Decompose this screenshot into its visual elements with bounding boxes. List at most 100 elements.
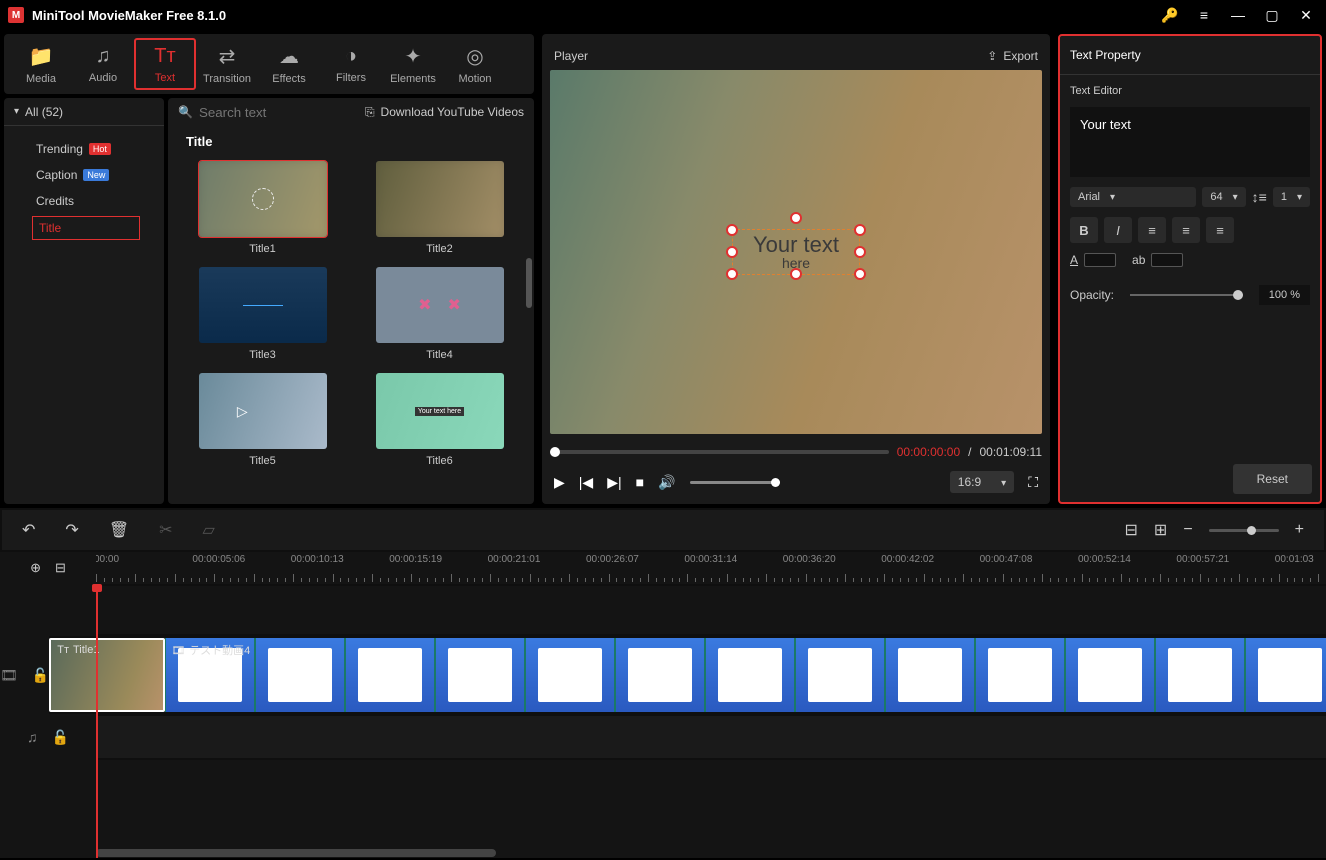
resize-handle[interactable]	[854, 224, 866, 236]
resize-handle[interactable]	[726, 246, 738, 258]
thumb-title2[interactable]	[376, 161, 504, 237]
tab-effects[interactable]: ☁Effects	[258, 38, 320, 90]
ruler-label: 00:00:26:07	[586, 554, 639, 565]
video-track[interactable]: TᴛTitle1 🎞テスト動画4	[49, 638, 1326, 712]
zoom-slider[interactable]	[1209, 529, 1279, 532]
time-ruler[interactable]: 00:0000:00:05:0600:00:10:1300:00:15:1900…	[96, 552, 1326, 584]
thumb-title1[interactable]	[199, 161, 327, 237]
audio-track[interactable]	[96, 716, 1326, 758]
timeline-hscroll[interactable]	[0, 848, 1326, 858]
aspect-ratio-select[interactable]: 16:9	[950, 471, 1014, 493]
add-track-icon[interactable]: ⊕	[30, 560, 41, 576]
highlight-color-picker[interactable]	[1151, 253, 1183, 267]
markers-button[interactable]: ⊞	[1154, 520, 1167, 540]
overlay-text[interactable]: Your text here	[753, 234, 839, 270]
ruler-label: 00:00:05:06	[192, 554, 245, 565]
zoom-in-button[interactable]: +	[1295, 521, 1304, 539]
fit-button[interactable]: ⊟	[1125, 520, 1138, 540]
font-size-select[interactable]: 64	[1202, 187, 1245, 207]
collapse-tracks-icon[interactable]: ⊟	[55, 560, 66, 576]
download-youtube-button[interactable]: ⎘Download YouTube Videos	[365, 105, 524, 120]
track-head-spacer	[0, 584, 96, 636]
split-button[interactable]: ✂	[159, 520, 172, 540]
prev-frame-button[interactable]: |◀	[579, 474, 593, 491]
title-clip[interactable]: TᴛTitle1	[49, 638, 165, 712]
text-color-picker[interactable]	[1084, 253, 1116, 267]
thumb-title3[interactable]	[199, 267, 327, 343]
playhead[interactable]	[96, 584, 98, 858]
volume-handle[interactable]	[771, 478, 780, 487]
thumb-title6[interactable]: Your text here	[376, 373, 504, 449]
zoom-out-button[interactable]: −	[1183, 521, 1192, 539]
fullscreen-button[interactable]: ⛶	[1028, 474, 1038, 491]
text-editor-input[interactable]: Your text	[1070, 107, 1310, 177]
sidebar-item-credits[interactable]: Credits	[4, 188, 164, 214]
maximize-icon[interactable]: ▢	[1260, 3, 1284, 27]
font-select[interactable]: Arial	[1070, 187, 1196, 207]
opacity-handle[interactable]	[1233, 290, 1243, 300]
tab-transition[interactable]: ⇄Transition	[196, 38, 258, 90]
close-icon[interactable]: ✕	[1294, 3, 1318, 27]
video-track-icon: 🎞	[0, 667, 18, 684]
minimize-icon[interactable]: —	[1226, 3, 1250, 27]
delete-button[interactable]: 🗑	[109, 520, 129, 540]
sidebar-item-trending[interactable]: TrendingHot	[4, 136, 164, 162]
next-frame-button[interactable]: ▶|	[607, 474, 621, 491]
sidebar-all[interactable]: ▾All (52)	[4, 98, 164, 126]
volume-icon[interactable]: 🔊	[658, 474, 675, 491]
tab-effects-label: Effects	[272, 73, 305, 85]
reset-button[interactable]: Reset	[1233, 464, 1312, 494]
tab-motion[interactable]: ◎Motion	[444, 38, 506, 90]
sidebar-item-label: Credits	[36, 194, 74, 208]
bold-button[interactable]: B	[1070, 217, 1098, 243]
resize-handle[interactable]	[854, 246, 866, 258]
export-button[interactable]: ⇪Export	[987, 49, 1038, 63]
italic-button[interactable]: I	[1104, 217, 1132, 243]
redo-button[interactable]: ↷	[65, 520, 78, 540]
resize-handle[interactable]	[790, 268, 802, 280]
tab-elements[interactable]: ✦Elements	[382, 38, 444, 90]
video-clip[interactable]: 🎞テスト動画4	[165, 638, 1326, 712]
search-input[interactable]	[199, 105, 319, 120]
track-options[interactable]: ⊕ ⊟	[0, 552, 96, 584]
tab-filters[interactable]: ◑Filters	[320, 38, 382, 90]
tab-text[interactable]: TᴛText	[134, 38, 196, 90]
search-icon: 🔍	[178, 105, 193, 119]
sidebar-item-caption[interactable]: CaptionNew	[4, 162, 164, 188]
align-left-button[interactable]: ≡	[1138, 217, 1166, 243]
resize-handle[interactable]	[854, 268, 866, 280]
motion-icon: ◎	[466, 44, 483, 69]
scrub-head[interactable]	[550, 447, 560, 457]
volume-slider[interactable]	[690, 481, 780, 484]
line-spacing-select[interactable]: 1	[1273, 187, 1310, 207]
tab-media-label: Media	[26, 73, 56, 85]
align-center-button[interactable]: ≡	[1172, 217, 1200, 243]
menu-icon[interactable]: ≡	[1192, 3, 1216, 27]
sidebar-item-label: Caption	[36, 168, 77, 182]
thumb-title5[interactable]	[199, 373, 327, 449]
tab-media[interactable]: 📁Media	[10, 38, 72, 90]
upgrade-key-icon[interactable]: 🔑	[1158, 3, 1182, 27]
sidebar-item-title[interactable]: Title	[32, 216, 140, 240]
resize-handle[interactable]	[726, 224, 738, 236]
lock-icon[interactable]: 🔓	[52, 729, 69, 746]
align-right-button[interactable]: ≡	[1206, 217, 1234, 243]
thumb-label: Title2	[426, 243, 453, 255]
opacity-slider[interactable]	[1130, 294, 1243, 296]
text-color-icon: A	[1070, 253, 1078, 267]
download-icon: ⎘	[365, 105, 375, 120]
preview-area[interactable]: Your text here	[550, 70, 1042, 434]
lock-icon[interactable]: 🔓	[32, 667, 49, 684]
resize-handle[interactable]	[726, 268, 738, 280]
scrub-track[interactable]	[550, 450, 889, 454]
crop-button[interactable]: ▱	[203, 520, 215, 540]
browser-scrollbar[interactable]	[526, 258, 532, 308]
resize-handle[interactable]	[790, 212, 802, 224]
tab-audio[interactable]: ♫Audio	[72, 38, 134, 90]
play-button[interactable]: ▶	[554, 474, 565, 491]
undo-button[interactable]: ↶	[22, 520, 35, 540]
zoom-handle[interactable]	[1247, 526, 1256, 535]
thumb-title4[interactable]: ✖✖	[376, 267, 504, 343]
ruler-label: 00:00:31:14	[684, 554, 737, 565]
stop-button[interactable]: ■	[636, 474, 644, 490]
